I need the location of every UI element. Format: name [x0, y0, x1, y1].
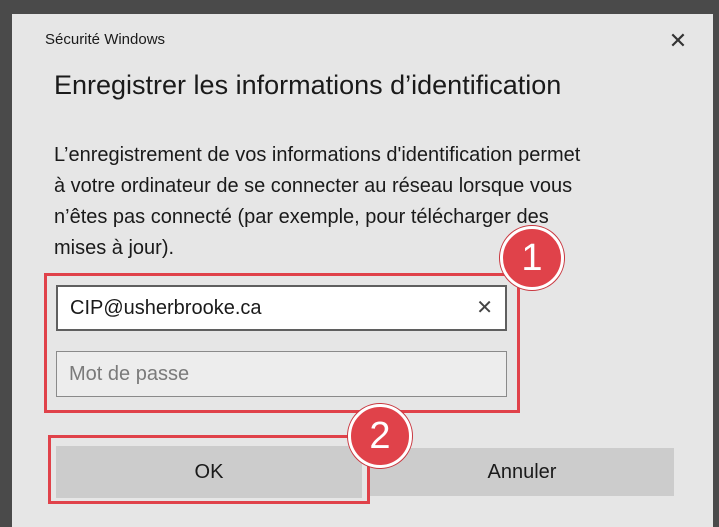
description-line: L’enregistrement de vos informations d'i… [54, 144, 581, 166]
step-1-badge: 1 [500, 226, 564, 290]
step-2-number: 2 [369, 414, 391, 457]
dialog-description: L’enregistrement de vos informations d'i… [54, 140, 684, 264]
step-2-badge: 2 [348, 404, 412, 468]
cancel-button-label: Annuler [487, 460, 557, 483]
description-line: à votre ordinateur de se connecter au ré… [54, 175, 573, 197]
step-1-number: 1 [521, 236, 543, 279]
cancel-button[interactable]: Annuler [370, 448, 674, 496]
description-line: mises à jour). [54, 237, 175, 259]
credentials-highlight [44, 273, 520, 413]
ok-highlight [48, 435, 370, 504]
close-icon: ✕ [668, 28, 688, 53]
dialog-heading: Enregistrer les informations d’identific… [54, 70, 562, 100]
window-title: Sécurité Windows [45, 31, 166, 48]
description-line: n’êtes pas connecté (par exemple, pour t… [54, 206, 549, 228]
close-button[interactable]: ✕ [664, 28, 692, 54]
